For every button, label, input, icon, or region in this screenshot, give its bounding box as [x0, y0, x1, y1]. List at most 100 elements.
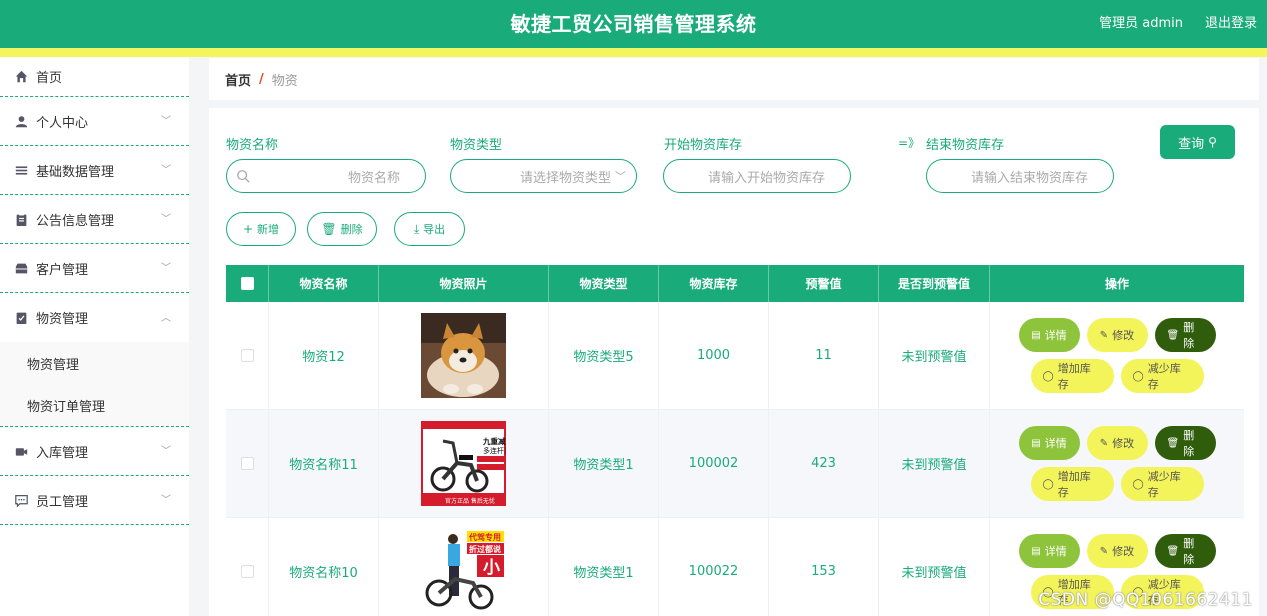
sidebar-item-home[interactable]: 首页 [0, 57, 189, 97]
chevron-down-icon: ﹀ [161, 446, 171, 457]
document-icon: ▤ [1031, 329, 1041, 341]
inbox-icon [14, 261, 28, 275]
start-stock-input[interactable]: 请输入开始物资库存 [663, 159, 851, 193]
type-select-placeholder: 请选择物资类型 [519, 170, 611, 186]
detail-button[interactable]: ▤ 详情 [1018, 318, 1080, 352]
increase-stock-button[interactable]: ◯ 增加库存 [1030, 359, 1114, 393]
row-delete-button[interactable]: 🗑 删除 [1154, 534, 1216, 568]
submenu-item-materials[interactable]: 物资管理 [0, 342, 189, 384]
increase-stock-button[interactable]: ◯ 增加库存 [1030, 467, 1114, 501]
ebike-ad-photo: 九重减震 多连杆液压 官方正品 售后无忧 [421, 421, 506, 506]
camera-icon [14, 444, 28, 458]
decrease-stock-button[interactable]: ◯ 减少库存 [1120, 359, 1204, 393]
detail-button[interactable]: ▤ 详情 [1018, 426, 1080, 460]
sidebar-item-notice[interactable]: 公告信息管理 ﹀ [0, 195, 189, 244]
del-label: 删除 [1183, 321, 1195, 350]
chevron-down-icon: ﹀ [161, 263, 171, 274]
col-header: 操作 [1104, 277, 1129, 291]
row-checkbox-cell [226, 518, 269, 616]
detail-button[interactable]: ▤ 详情 [1018, 534, 1080, 568]
cell-stock: 100022 [659, 518, 769, 616]
export-button[interactable]: ⤓ 导出 [394, 212, 465, 246]
submenu-item-material-orders[interactable]: 物资订单管理 [0, 384, 189, 426]
range-arrow: =》 [898, 136, 921, 150]
sidebar-item-basic-data[interactable]: 基础数据管理 ﹀ [0, 146, 189, 195]
pencil-icon: ✎ [1099, 437, 1109, 449]
cell-warn: 423 [769, 410, 879, 517]
sidebar-item-label: 入库管理 [36, 445, 89, 461]
edit-button[interactable]: ✎ 修改 [1086, 426, 1148, 460]
row-checkbox[interactable] [240, 349, 254, 362]
sidebar-item-staff[interactable]: 员工管理 ﹀ [0, 476, 189, 525]
row-delete-button[interactable]: 🗑 删除 [1154, 318, 1216, 352]
document-icon: ▤ [1031, 437, 1041, 449]
chevron-down-icon: ﹀ [161, 214, 171, 225]
dec-label: 减少库存 [1147, 470, 1181, 499]
query-button[interactable]: 查询 ⚲ [1160, 125, 1235, 159]
cell-name: 物资名称11 [269, 410, 379, 517]
col-header: 物资类型 [549, 265, 659, 302]
cell-reached: 未到预警值 [879, 518, 990, 616]
end-stock-placeholder: 请输入结束物资库存 [970, 170, 1088, 186]
select-all-checkbox-cell [226, 265, 269, 302]
sidebar-item-label: 基础数据管理 [36, 164, 115, 180]
trash-icon: 🗑 [321, 222, 337, 236]
detail-label: 详情 [1044, 329, 1067, 342]
table-row: 物资12 物资类型5 1000 11 未到预警值 ▤ 详情 ✎ 修改 🗑 删除 … [226, 302, 1244, 410]
sidebar-item-label: 首页 [36, 71, 63, 86]
watermark: CSDN @QQ1061662411 [1038, 590, 1253, 610]
logout-link[interactable]: 退出登录 [1205, 12, 1257, 31]
del-label: 删除 [1183, 537, 1195, 566]
cell-photo: 代驾专用 折过都说 小 [379, 518, 549, 616]
del-label: 删除 [1183, 429, 1195, 458]
ebike-rider-photo: 代驾专用 折过都说 小 [421, 529, 506, 614]
row-delete-button[interactable]: 🗑 删除 [1154, 426, 1216, 460]
row-checkbox[interactable] [240, 457, 254, 470]
edit-button[interactable]: ✎ 修改 [1086, 534, 1148, 568]
col-header: 物资名称 [269, 265, 379, 302]
dec-label: 减少库存 [1147, 362, 1181, 391]
sidebar-item-customer[interactable]: 客户管理 ﹀ [0, 244, 189, 293]
add-button[interactable]: + 新增 [226, 212, 296, 246]
ad-top-text: 九重减震 [482, 436, 506, 446]
plus-icon: + [242, 222, 254, 236]
edit-button[interactable]: ✎ 修改 [1086, 318, 1148, 352]
table-row: 物资名称11 九重减震 多连杆液压 [226, 410, 1244, 518]
row-checkbox[interactable] [240, 565, 254, 578]
name-search-input[interactable]: 物资名称 [226, 159, 426, 193]
chevron-down-icon: ﹀ [615, 170, 626, 183]
bulb-icon: ◯ [1042, 478, 1054, 490]
ad-sub-text: 多连杆液压 [483, 446, 506, 455]
breadcrumb-separator: / [259, 71, 264, 87]
download-icon: ⤓ [413, 221, 420, 236]
end-stock-input[interactable]: 请输入结束物资库存 [926, 159, 1114, 193]
sidebar-item-personal[interactable]: 个人中心 ﹀ [0, 97, 189, 146]
cell-name: 物资12 [269, 302, 379, 409]
type-filter-label: 物资类型 [450, 138, 503, 153]
delete-button-label: 删除 [340, 223, 363, 236]
type-select[interactable]: 请选择物资类型 ﹀ [450, 159, 637, 193]
edit-label: 修改 [1112, 329, 1135, 342]
sidebar-item-materials[interactable]: 物资管理 ︿ [0, 293, 189, 342]
chevron-up-icon: ︿ [161, 312, 171, 324]
sidebar-item-label: 个人中心 [36, 115, 89, 131]
select-all-checkbox[interactable] [240, 277, 254, 290]
cell-photo: 九重减震 多连杆液压 官方正品 售后无忧 [379, 410, 549, 517]
delete-button[interactable]: 🗑 删除 [307, 212, 377, 246]
detail-label: 详情 [1044, 437, 1067, 450]
list-icon [14, 163, 28, 177]
bulb-icon: ◯ [1132, 478, 1144, 490]
detail-label: 详情 [1044, 545, 1067, 558]
breadcrumb-home[interactable]: 首页 [225, 70, 251, 89]
cell-stock: 100002 [659, 410, 769, 517]
ad-bottom-text: 官方正品 售后无忧 [445, 497, 495, 505]
trash-icon: 🗑 [1166, 329, 1180, 341]
name-filter-label: 物资名称 [226, 138, 279, 153]
cell-type: 物资类型1 [549, 410, 659, 517]
sidebar-item-inbound[interactable]: 入库管理 ﹀ [0, 427, 189, 476]
cell-reached: 未到预警值 [879, 302, 990, 409]
checklist-icon [14, 311, 28, 325]
header-accent-strip [0, 48, 1267, 57]
col-header: 预警值 [769, 265, 879, 302]
decrease-stock-button[interactable]: ◯ 减少库存 [1120, 467, 1204, 501]
